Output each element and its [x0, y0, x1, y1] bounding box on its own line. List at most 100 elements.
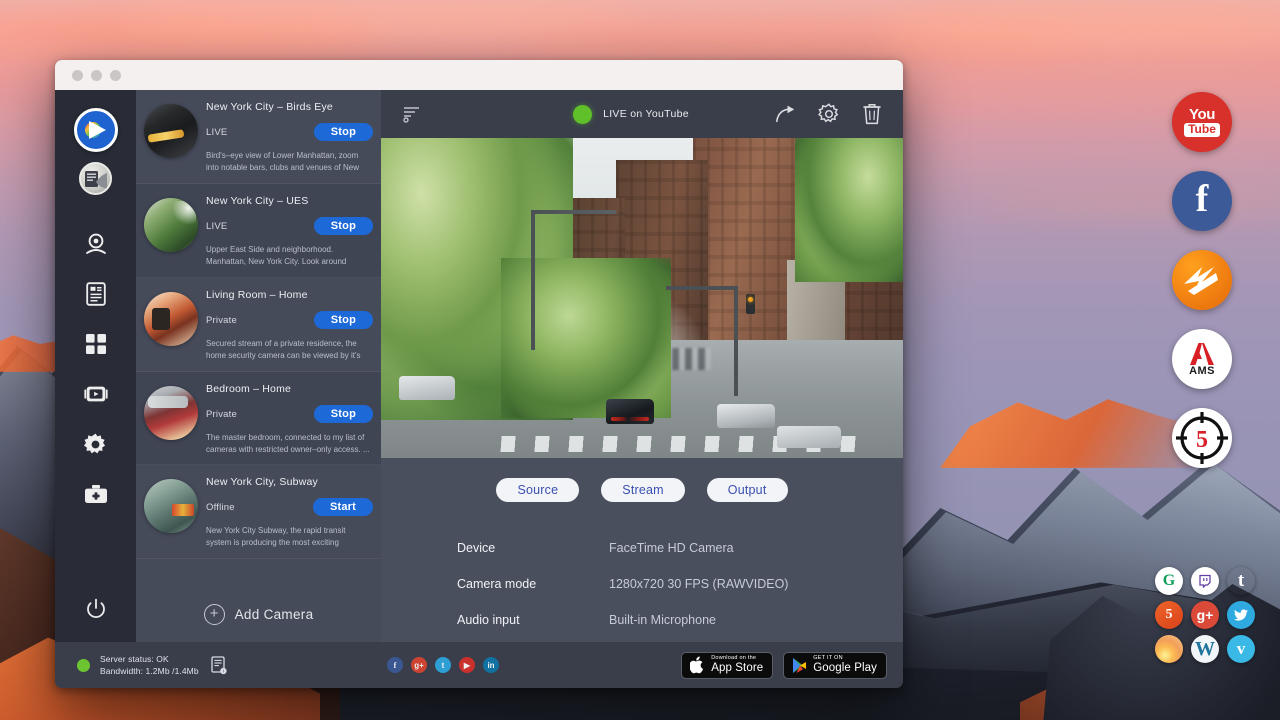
tab-output[interactable]: Output	[707, 478, 788, 502]
share-arrow-icon[interactable]	[775, 103, 797, 125]
camera-info: Bedroom – Home Private Stop The master b…	[206, 381, 373, 455]
window-close-button[interactable]	[72, 70, 83, 81]
add-camera-button[interactable]: + Add Camera	[136, 559, 381, 642]
info-value[interactable]: Built-in Microphone	[609, 613, 716, 627]
camera-status-row: Private Stop	[206, 404, 373, 424]
google-plus-icon[interactable]: g+	[411, 657, 427, 673]
camera-title: Living Room – Home	[206, 289, 373, 301]
gumroad-icon[interactable]: G	[1155, 567, 1183, 595]
wowza-icon[interactable]	[1172, 250, 1232, 310]
camera-list-item[interactable]: New York City, Subway Offline Start New …	[136, 465, 381, 559]
youtube-icon[interactable]: You Tube	[1172, 92, 1232, 152]
camera-action-button[interactable]: Stop	[314, 405, 373, 423]
tab-stream[interactable]: Stream	[601, 478, 685, 502]
source-info-list: Device FaceTime HD Camera Camera mode 12…	[381, 502, 903, 638]
preview-tree-right	[795, 138, 903, 282]
info-row-device: Device FaceTime HD Camera	[457, 530, 903, 566]
user-avatar[interactable]	[79, 162, 112, 195]
camera-info: New York City – Birds Eye LIVE Stop Bird…	[206, 99, 373, 174]
camera-thumbnail	[144, 386, 198, 440]
badge-big-text: Google Play	[813, 663, 877, 675]
status-left: Server status: OK Bandwidth: 1.2Mb /1.4M…	[55, 653, 381, 678]
app-logo[interactable]	[74, 108, 118, 152]
sort-bars-icon[interactable]	[401, 103, 423, 125]
info-label: Camera mode	[457, 577, 609, 591]
twitter-icon[interactable]: t	[435, 657, 451, 673]
main-toolbar: LIVE on YouTube	[381, 90, 903, 138]
linkedin-icon[interactable]: in	[483, 657, 499, 673]
camera-title: New York City, Subway	[206, 476, 373, 488]
main-panel: LIVE on YouTube	[381, 90, 903, 642]
google-play-badge[interactable]: GET IT ON Google Play	[783, 652, 887, 679]
document-log-icon[interactable]: i	[211, 656, 227, 675]
gear-icon[interactable]	[818, 103, 840, 125]
camera-title: Bedroom – Home	[206, 383, 373, 395]
smashcast-icon[interactable]: 5	[1155, 601, 1183, 629]
cloud	[120, 0, 640, 34]
vimeo-icon[interactable]: v	[1227, 635, 1255, 663]
camera-thumbnail	[144, 198, 198, 252]
preview-car	[717, 404, 775, 428]
app-window: New York City – Birds Eye LIVE Stop Bird…	[55, 60, 903, 688]
adobe-ams-icon[interactable]: AMS	[1172, 329, 1232, 389]
sidebar-item-broadcast[interactable]	[84, 382, 108, 406]
status-bar: Server status: OK Bandwidth: 1.2Mb /1.4M…	[55, 642, 903, 688]
camera-thumbnail	[144, 292, 198, 346]
add-camera-label: Add Camera	[235, 607, 314, 622]
facebook-icon[interactable]: f	[1172, 171, 1232, 231]
settings-tabs: Source Stream Output	[381, 458, 903, 502]
camera-list-item[interactable]: Bedroom – Home Private Stop The master b…	[136, 372, 381, 465]
facebook-icon[interactable]: f	[387, 657, 403, 673]
desktop-mini-icon-grid: G t 5 g+ W v	[1152, 564, 1259, 666]
badge-big-text: App Store	[711, 663, 763, 675]
tab-source[interactable]: Source	[496, 478, 579, 502]
info-row-camera-mode: Camera mode 1280x720 30 FPS (RAWVIDEO)	[457, 566, 903, 602]
instagram-icon[interactable]	[1155, 635, 1183, 663]
target-five-icon[interactable]: 5	[1172, 408, 1232, 468]
info-value[interactable]: FaceTime HD Camera	[609, 541, 734, 555]
sidebar-nav	[84, 232, 108, 506]
wordpress-icon[interactable]: W	[1191, 635, 1219, 663]
camera-preview[interactable]	[381, 138, 903, 458]
camera-thumbnail	[144, 479, 198, 533]
camera-status-row: Offline Start	[206, 497, 373, 517]
preview-car	[777, 426, 841, 448]
camera-status: Offline	[206, 502, 235, 513]
svg-text:5: 5	[1196, 427, 1208, 453]
badge-text: Download on the App Store	[711, 656, 763, 675]
camera-description: Bird's–eye view of Lower Manhattan, zoom…	[206, 150, 373, 174]
toolbar-left	[401, 103, 487, 125]
app-store-badge[interactable]: Download on the App Store	[681, 652, 773, 679]
google-plus-icon[interactable]: g+	[1191, 601, 1219, 629]
preview-car	[399, 376, 455, 400]
twitter-icon[interactable]	[1227, 601, 1255, 629]
tumblr-icon[interactable]: t	[1227, 567, 1255, 595]
camera-title: New York City – UES	[206, 195, 373, 207]
sidebar-item-settings[interactable]	[84, 432, 108, 456]
preview-traffic-light	[746, 294, 755, 314]
sidebar-item-logs[interactable]	[84, 282, 108, 306]
camera-action-button[interactable]: Stop	[314, 217, 373, 235]
sidebar-item-cameras[interactable]	[84, 232, 108, 256]
window-zoom-button[interactable]	[110, 70, 121, 81]
camera-action-button[interactable]: Stop	[314, 123, 373, 141]
power-icon[interactable]	[85, 598, 107, 620]
camera-action-button[interactable]: Stop	[314, 311, 373, 329]
info-value[interactable]: 1280x720 30 FPS (RAWVIDEO)	[609, 577, 788, 591]
camera-description: New York City Subway, the rapid transit …	[206, 525, 373, 549]
window-minimize-button[interactable]	[91, 70, 102, 81]
camera-list-item[interactable]: New York City – Birds Eye LIVE Stop Bird…	[136, 90, 381, 184]
twitch-icon[interactable]	[1191, 567, 1219, 595]
youtube-icon[interactable]: ▶	[459, 657, 475, 673]
camera-list-item[interactable]: Living Room – Home Private Stop Secured …	[136, 278, 381, 372]
camera-action-button[interactable]: Start	[313, 498, 373, 516]
camera-list-panel: New York City – Birds Eye LIVE Stop Bird…	[136, 90, 381, 642]
sidebar-item-add-source[interactable]	[84, 482, 108, 506]
window-titlebar[interactable]	[55, 60, 903, 90]
toolbar-actions	[775, 103, 883, 125]
camera-list-item[interactable]: New York City – UES LIVE Stop Upper East…	[136, 184, 381, 278]
sidebar-item-dashboard[interactable]	[84, 332, 108, 356]
preview-streetlamp-arm	[666, 286, 738, 290]
badge-text: GET IT ON Google Play	[813, 656, 877, 675]
trash-icon[interactable]	[861, 103, 883, 125]
